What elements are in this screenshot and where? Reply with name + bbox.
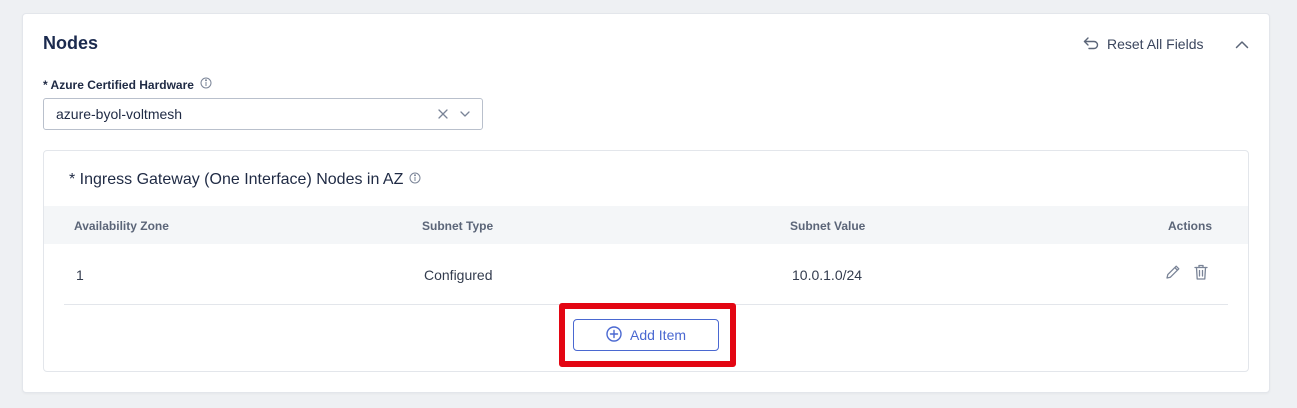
chevron-down-icon[interactable] xyxy=(454,103,476,125)
add-item-label: Add Item xyxy=(629,327,687,343)
reset-all-fields-label: Reset All Fields xyxy=(1107,36,1204,52)
plus-circle-icon xyxy=(606,325,622,345)
info-icon[interactable] xyxy=(409,171,421,189)
chevron-up-icon xyxy=(1235,36,1249,54)
edit-pencil-icon[interactable] xyxy=(1164,263,1182,281)
table-row: 1 Configured 10.0.1.0/24 xyxy=(44,244,1248,304)
section-title: Nodes xyxy=(43,33,99,53)
delete-trash-icon[interactable] xyxy=(1192,263,1210,281)
column-header-subnet-value: Subnet Value xyxy=(790,219,866,233)
column-header-availability-zone: Availability Zone xyxy=(74,219,169,233)
nodes-table-title: * Ingress Gateway (One Interface) Nodes … xyxy=(69,171,421,189)
add-item-button[interactable]: Add Item xyxy=(573,319,719,351)
row-actions xyxy=(1164,263,1210,281)
column-header-subnet-type: Subnet Type xyxy=(422,219,494,233)
table-header: Availability Zone Subnet Type Subnet Val… xyxy=(44,206,1248,244)
row-divider xyxy=(64,304,1228,305)
info-icon[interactable] xyxy=(200,77,212,92)
collapse-section-button[interactable] xyxy=(1231,34,1253,56)
reset-all-fields-button[interactable]: Reset All Fields xyxy=(1083,34,1203,54)
hardware-field-label: * Azure Certified Hardware xyxy=(43,77,212,92)
cell-subnet-value: 10.0.1.0/24 xyxy=(792,267,863,283)
column-header-actions: Actions xyxy=(1168,219,1213,233)
clear-icon[interactable] xyxy=(432,103,454,125)
cell-availability-zone: 1 xyxy=(76,267,84,283)
reset-icon xyxy=(1083,37,1099,51)
cell-subnet-type: Configured xyxy=(424,267,493,283)
hardware-label-text: * Azure Certified Hardware xyxy=(43,77,194,92)
nodes-table-title-text: * Ingress Gateway (One Interface) Nodes … xyxy=(69,171,404,188)
hardware-select-value: azure-byol-voltmesh xyxy=(56,106,183,122)
hardware-select[interactable]: azure-byol-voltmesh xyxy=(43,98,483,130)
